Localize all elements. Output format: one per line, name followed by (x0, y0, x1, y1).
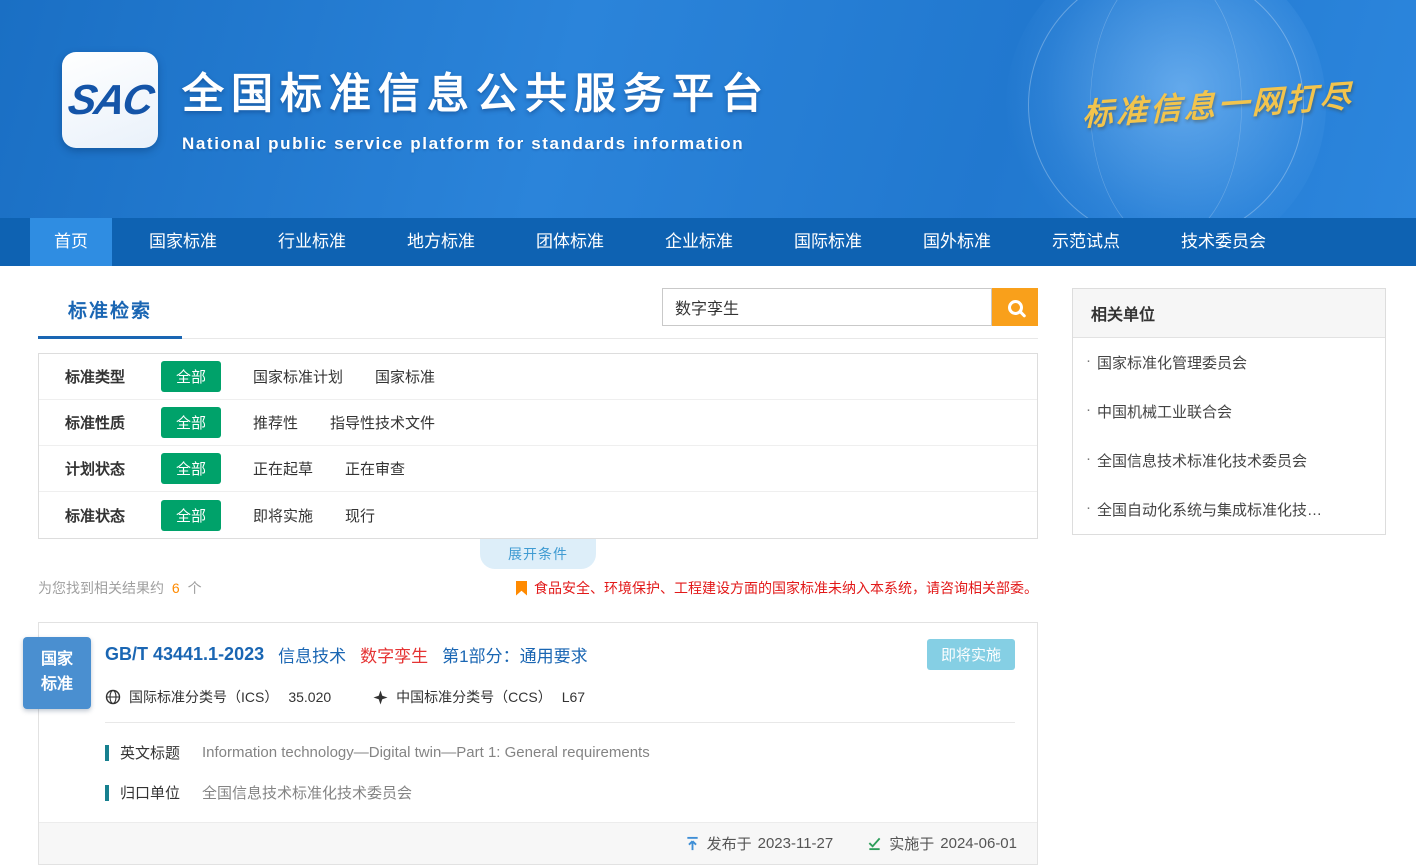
notice-text: 食品安全、环境保护、工程建设方面的国家标准未纳入本系统，请咨询相关部委。 (534, 578, 1038, 598)
ccs-label: 中国标准分类号（CCS） (396, 687, 552, 707)
sidebar-item-it-standards-committee[interactable]: 全国信息技术标准化技术委员会 (1073, 436, 1385, 485)
tab-standard-search[interactable]: 标准检索 (38, 288, 182, 339)
ccs-classification: 中国标准分类号（CCS） L67 (373, 687, 585, 707)
nav-item-local-standards[interactable]: 地方标准 (383, 218, 499, 266)
implement-date-item: 实施于 2024-06-01 (867, 833, 1017, 854)
filter-option[interactable]: 即将实施 (253, 505, 313, 526)
publish-icon (685, 836, 700, 851)
sidebar-item-machinery-federation[interactable]: 中国机械工业联合会 (1073, 387, 1385, 436)
compass-icon (373, 690, 388, 705)
dept-row: 归口单位 全国信息技术标准化技术委员会 (105, 782, 1015, 803)
filter-row-standard-nature: 标准性质 全部 推荐性 指导性技术文件 (39, 400, 1037, 446)
filter-row-standard-status: 标准状态 全部 即将实施 现行 (39, 492, 1037, 538)
ics-value: 35.020 (288, 689, 331, 705)
standard-title-highlight[interactable]: 数字孪生 (360, 642, 428, 667)
nav-item-technical-committees[interactable]: 技术委员会 (1157, 218, 1290, 266)
implement-label: 实施于 (889, 833, 934, 854)
publish-date-item: 发布于 2023-11-27 (685, 833, 834, 854)
publish-label: 发布于 (707, 833, 752, 854)
result-card-footer: 发布于 2023-11-27 实施于 2024-06-01 (39, 822, 1037, 864)
filter-label: 标准性质 (65, 412, 161, 433)
site-title: 全国标准信息公共服务平台 (182, 60, 770, 121)
standard-title-part[interactable]: 第1部分：通用要求 (442, 642, 587, 667)
sidebar-item-automation-committee[interactable]: 全国自动化系统与集成标准化技… (1073, 485, 1385, 534)
nav-item-foreign-standards[interactable]: 国外标准 (899, 218, 1015, 266)
search-section: 标准检索 (38, 288, 1038, 339)
filter-option[interactable]: 推荐性 (253, 412, 298, 433)
nav-item-national-standards[interactable]: 国家标准 (125, 218, 241, 266)
filter-row-standard-type: 标准类型 全部 国家标准计划 国家标准 (39, 354, 1037, 400)
filter-all-button[interactable]: 全部 (161, 361, 221, 392)
filter-option[interactable]: 国家标准 (375, 366, 435, 387)
english-title-label: 英文标题 (120, 742, 202, 763)
filter-option[interactable]: 正在起草 (253, 458, 313, 479)
ics-label: 国际标准分类号（ICS） (129, 687, 278, 707)
search-icon (1008, 300, 1023, 315)
filter-all-button[interactable]: 全部 (161, 453, 221, 484)
ics-classification: 国际标准分类号（ICS） 35.020 (105, 687, 331, 707)
teal-bar-icon (105, 745, 109, 761)
dept-value: 全国信息技术标准化技术委员会 (202, 782, 412, 803)
filter-label: 标准状态 (65, 505, 161, 526)
system-notice: 食品安全、环境保护、工程建设方面的国家标准未纳入本系统，请咨询相关部委。 (516, 578, 1038, 598)
results-summary-suffix: 个 (188, 580, 202, 596)
teal-bar-icon (105, 785, 109, 801)
nav-item-pilot-programs[interactable]: 示范试点 (1028, 218, 1144, 266)
filter-all-button[interactable]: 全部 (161, 500, 221, 531)
search-input[interactable] (662, 288, 992, 326)
result-card-body: GB/T 43441.1-2023 信息技术 数字孪生 第1部分：通用要求 即将… (39, 623, 1037, 803)
results-summary-prefix: 为您找到相关结果约 (38, 580, 164, 596)
implement-check-icon (867, 836, 882, 851)
filter-option[interactable]: 正在审查 (345, 458, 405, 479)
site-subtitle: National public service platform for sta… (182, 134, 770, 154)
filter-all-button[interactable]: 全部 (161, 407, 221, 438)
english-title-value: Information technology—Digital twin—Part… (202, 744, 650, 761)
expand-conditions-button[interactable]: 展开条件 (480, 539, 596, 569)
standard-title-part[interactable]: 信息技术 (278, 642, 346, 667)
publish-date: 2023-11-27 (758, 835, 834, 852)
bookmark-icon (516, 581, 527, 596)
main-nav: 首页 国家标准 行业标准 地方标准 团体标准 企业标准 国际标准 国外标准 示范… (0, 218, 1416, 266)
dept-label: 归口单位 (120, 782, 202, 803)
related-units-title: 相关单位 (1073, 289, 1385, 338)
results-count: 6 (172, 580, 180, 596)
nav-item-international-standards[interactable]: 国际标准 (770, 218, 886, 266)
results-info-row: 为您找到相关结果约 6 个 食品安全、环境保护、工程建设方面的国家标准未纳入本系… (38, 578, 1038, 598)
search-button[interactable] (992, 288, 1038, 326)
filter-label: 计划状态 (65, 458, 161, 479)
nav-item-home[interactable]: 首页 (30, 218, 112, 266)
sidebar-item-sac[interactable]: 国家标准化管理委员会 (1073, 338, 1385, 387)
related-units-panel: 相关单位 国家标准化管理委员会 中国机械工业联合会 全国信息技术标准化技术委员会… (1072, 288, 1386, 535)
implement-date: 2024-06-01 (940, 835, 1017, 852)
main-column: 标准检索 标准类型 全部 国家标准计划 国家标准 标准性质 全部 推荐性 指导性… (38, 288, 1038, 865)
ccs-value: L67 (562, 689, 585, 705)
filter-option[interactable]: 现行 (345, 505, 375, 526)
classification-row: 国际标准分类号（ICS） 35.020 中国标准分类号（CCS） L67 (105, 687, 1015, 723)
expand-conditions-wrap: 展开条件 (38, 539, 1038, 569)
globe-icon (105, 689, 121, 705)
english-title-row: 英文标题 Information technology—Digital twin… (105, 742, 1015, 763)
content-area: 标准检索 标准类型 全部 国家标准计划 国家标准 标准性质 全部 推荐性 指导性… (0, 266, 1416, 865)
status-badge: 即将实施 (927, 639, 1015, 670)
filter-option[interactable]: 指导性技术文件 (330, 412, 435, 433)
filter-label: 标准类型 (65, 366, 161, 387)
filter-row-plan-status: 计划状态 全部 正在起草 正在审查 (39, 446, 1037, 492)
nav-item-enterprise-standards[interactable]: 企业标准 (641, 218, 757, 266)
site-header: SAC 全国标准信息公共服务平台 National public service… (0, 0, 1416, 218)
nav-item-industry-standards[interactable]: 行业标准 (254, 218, 370, 266)
site-title-block: 全国标准信息公共服务平台 National public service pla… (182, 60, 770, 154)
result-card: 国家标准 GB/T 43441.1-2023 信息技术 数字孪生 第1部分：通用… (38, 622, 1038, 865)
search-box (662, 288, 1038, 326)
filter-panel: 标准类型 全部 国家标准计划 国家标准 标准性质 全部 推荐性 指导性技术文件 … (38, 353, 1038, 539)
sac-logo-text: SAC (64, 76, 155, 124)
standard-type-badge: 国家标准 (23, 637, 91, 709)
result-title-row: GB/T 43441.1-2023 信息技术 数字孪生 第1部分：通用要求 即将… (105, 639, 1015, 670)
filter-option[interactable]: 国家标准计划 (253, 366, 343, 387)
nav-item-group-standards[interactable]: 团体标准 (512, 218, 628, 266)
standard-code-link[interactable]: GB/T 43441.1-2023 (105, 644, 264, 665)
sac-logo[interactable]: SAC (62, 52, 158, 148)
results-summary: 为您找到相关结果约 6 个 (38, 578, 202, 598)
